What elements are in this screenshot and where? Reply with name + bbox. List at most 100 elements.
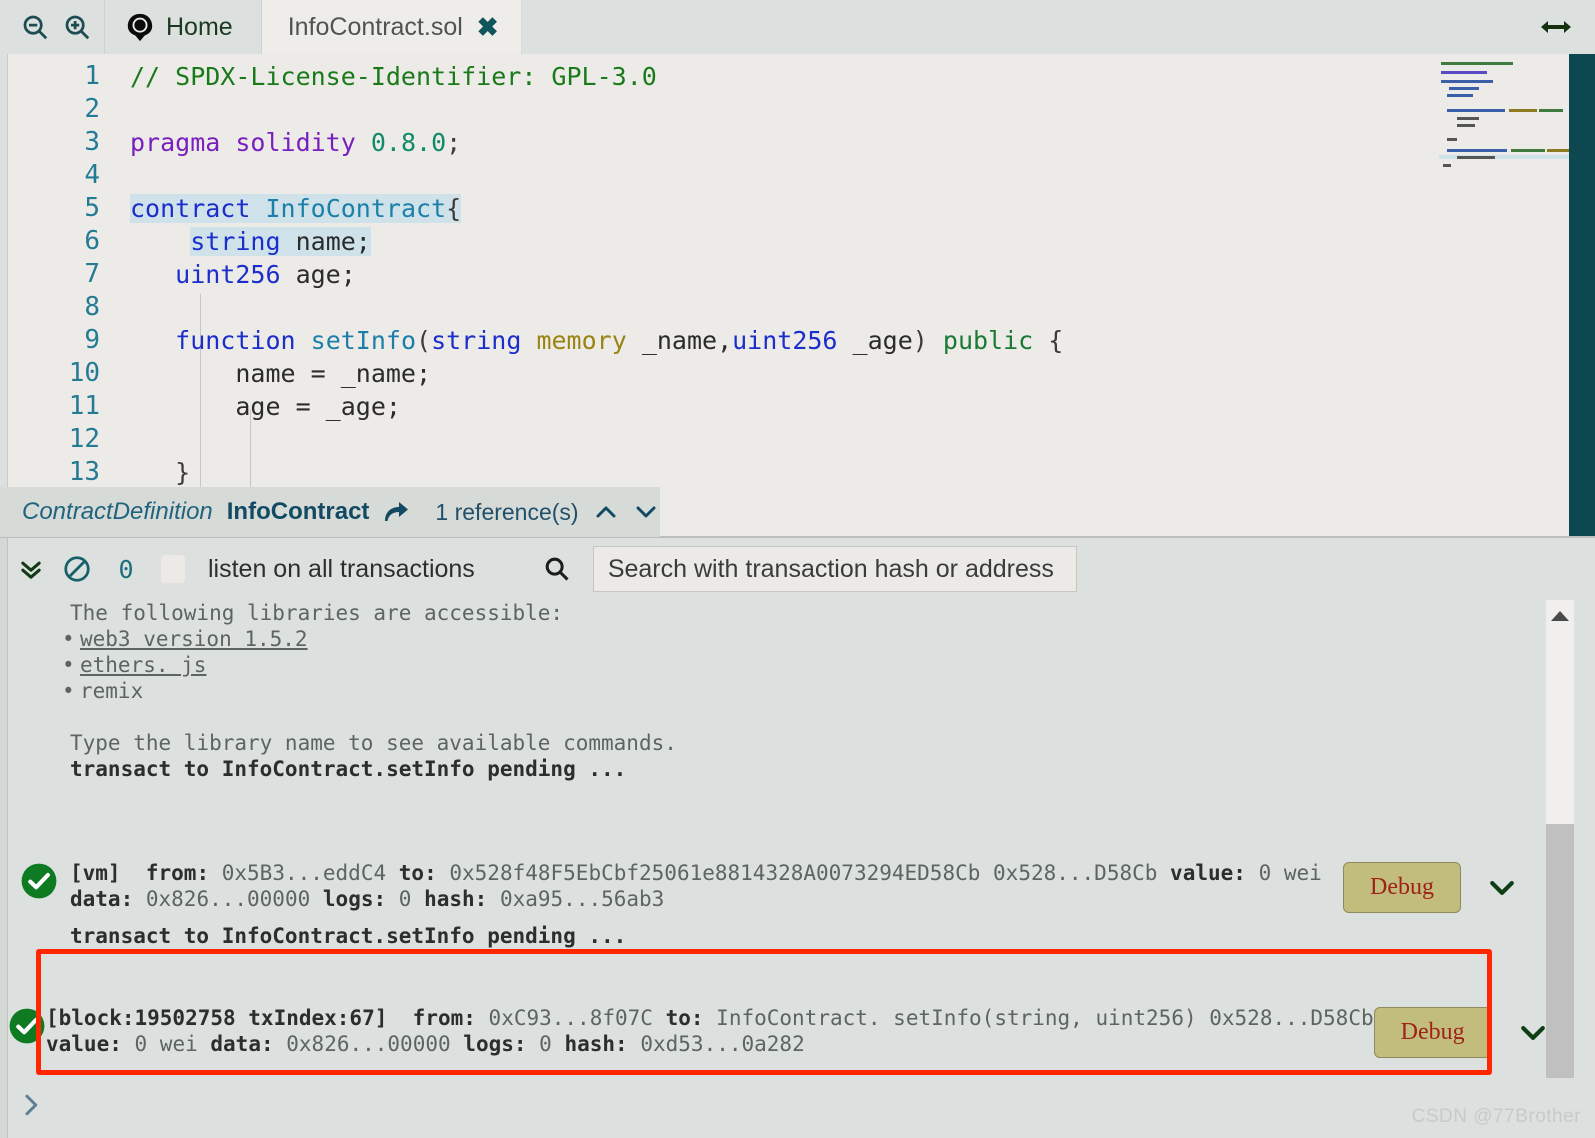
code-line-10: name = _name;: [235, 359, 432, 388]
line-number: 1: [84, 61, 100, 91]
line-number: 3: [84, 127, 100, 157]
tx-to-key: to:: [665, 1006, 704, 1030]
transaction-line-2: data: 0x826...00000 logs: 0 hash: 0xa95.…: [70, 886, 1343, 912]
line-number: 8: [84, 292, 100, 322]
reference-name: InfoContract: [226, 498, 370, 525]
listen-all-transactions-checkbox[interactable]: [160, 554, 186, 584]
minimap-line: [1457, 117, 1479, 120]
minimap-line: [1539, 109, 1563, 112]
tx-data-value: 0x826...00000: [286, 1032, 451, 1056]
line-number: 12: [68, 424, 100, 454]
zoom-in-icon[interactable]: [56, 0, 98, 54]
tab-home-label: Home: [166, 12, 233, 41]
minimap-line: [1441, 62, 1513, 65]
tx-value-key: value:: [1170, 861, 1246, 885]
transaction-line-2: value: 0 wei data: 0x826...00000 logs: 0…: [46, 1031, 1374, 1057]
console-vertical-scrollbar[interactable]: [1546, 600, 1574, 1078]
tx-logs-key: logs:: [463, 1032, 527, 1056]
tab-infocontract-sol[interactable]: InfoContract.sol ✖: [261, 0, 522, 54]
prompt-chevron-icon: [20, 1090, 44, 1125]
tx-from-value: 0xC93...8f07C: [488, 1006, 653, 1030]
ban-clear-icon[interactable]: [54, 538, 100, 600]
double-chevron-down-icon[interactable]: [8, 538, 54, 600]
line-number: 9: [84, 325, 100, 355]
minimap-line: [1511, 149, 1545, 152]
check-circle-icon: [8, 858, 70, 900]
tx-from-key: from:: [412, 1006, 476, 1030]
tx-prefix: [vm]: [70, 861, 121, 885]
transaction-line-1: [vm] from: 0x5B3...eddC4 to: 0x528f48F5E…: [70, 860, 1343, 886]
minimap-line: [1547, 149, 1569, 152]
chevron-up-icon[interactable]: [593, 502, 619, 522]
code-line-3: pragma solidity 0.8.0;: [130, 128, 462, 157]
list-item[interactable]: ethers. js: [58, 652, 1595, 678]
listen-all-transactions-label: listen on all transactions: [208, 554, 475, 583]
minimap-line: [1441, 80, 1493, 83]
goto-arrow-icon[interactable]: [383, 500, 409, 524]
tx-data-key: data:: [70, 887, 134, 911]
code-line-9: function setInfo(string memory _name,uin…: [175, 326, 1064, 355]
minimap-line: [1447, 94, 1473, 97]
console-library-list: web3 version 1.5.2 ethers. js remix: [8, 626, 1595, 704]
minimap-line: [1441, 71, 1487, 74]
transaction-details: [vm] from: 0x5B3...eddC4 to: 0x528f48F5E…: [70, 858, 1343, 912]
transaction-line-1: [block:19502758 txIndex:67] from: 0xC93.…: [46, 1005, 1374, 1031]
tx-logs-value: 0: [539, 1032, 552, 1056]
terminal-console[interactable]: The following libraries are accessible: …: [8, 600, 1595, 1078]
terminal-prompt-row[interactable]: [8, 1076, 1595, 1138]
tab-home[interactable]: Home: [105, 0, 262, 54]
editor-minimap[interactable]: [1439, 54, 1569, 539]
tx-data-value: 0x826...00000: [145, 887, 311, 911]
debug-button[interactable]: Debug: [1343, 862, 1461, 913]
console-intro-line: The following libraries are accessible:: [70, 601, 564, 625]
close-icon[interactable]: ✖: [477, 14, 499, 40]
minimap-line: [1447, 149, 1507, 152]
debug-button[interactable]: Debug: [1373, 1007, 1492, 1058]
minimap-line: [1509, 109, 1537, 112]
list-item[interactable]: web3 version 1.5.2: [58, 626, 1595, 652]
watermark: CSDN @77Brother: [1411, 1106, 1581, 1127]
console-pending-line: transact to InfoContract.setInfo pending…: [70, 924, 627, 948]
tx-from-key: from:: [145, 861, 210, 885]
chevron-down-icon[interactable]: [1518, 1022, 1548, 1044]
search-icon[interactable]: [543, 555, 571, 583]
tx-prefix: [block:19502758 txIndex:67]: [46, 1006, 388, 1030]
chevron-down-icon[interactable]: [1487, 877, 1517, 899]
horizontal-resize-icon[interactable]: [1533, 10, 1579, 44]
code-line-5: contract InfoContract{: [130, 194, 462, 223]
code-content[interactable]: // SPDX-License-Identifier: GPL-3.0 prag…: [130, 54, 1063, 539]
terminal-panel: 0 listen on all transactions The followi…: [0, 536, 1595, 1138]
code-line-1: // SPDX-License-Identifier: GPL-3.0: [130, 62, 657, 91]
tab-bar: Home InfoContract.sol ✖: [0, 0, 1595, 54]
editor-vertical-scrollbar[interactable]: [1569, 54, 1595, 539]
remix-logo-icon: [125, 12, 155, 42]
line-number: 13: [68, 457, 100, 487]
tx-to-value: 0x528f48F5EbCbf25061e8814328A0073294ED58…: [449, 861, 1158, 885]
library-name: remix: [80, 679, 144, 703]
line-number-gutter: 1 2 3 4 5 6 7 8 9 10 11 12 13: [8, 54, 120, 539]
code-editor[interactable]: 1 2 3 4 5 6 7 8 9 10 11 12 13 // SPDX-Li…: [0, 54, 1595, 539]
tx-hash-value: 0xa95...56ab3: [499, 887, 665, 911]
tx-data-key: data:: [210, 1032, 274, 1056]
console-gap: [8, 782, 1595, 844]
reference-kind: ContractDefinition: [22, 498, 213, 525]
line-number: 2: [84, 94, 100, 124]
search-input[interactable]: [592, 546, 1077, 592]
library-link[interactable]: web3 version 1.5.2: [80, 627, 308, 651]
zoom-out-icon[interactable]: [14, 0, 56, 54]
minimap-line: [1443, 164, 1451, 167]
line-number: 4: [84, 160, 100, 190]
scroll-up-arrow-icon[interactable]: [1546, 604, 1574, 628]
transaction-row[interactable]: [block:19502758 txIndex:67] from: 0xC93.…: [8, 977, 1595, 1078]
chevron-down-icon[interactable]: [633, 502, 659, 522]
transaction-row[interactable]: [vm] from: 0x5B3...eddC4 to: 0x528f48F5E…: [8, 844, 1595, 923]
scrollbar-thumb[interactable]: [1546, 824, 1574, 1078]
terminal-header: 0 listen on all transactions: [8, 538, 1595, 600]
console-hint-line: Type the library name to see available c…: [70, 731, 677, 755]
console-pending-line: transact to InfoContract.setInfo pending…: [70, 757, 627, 781]
list-item: remix: [58, 678, 1595, 704]
library-link[interactable]: ethers. js: [80, 653, 206, 677]
